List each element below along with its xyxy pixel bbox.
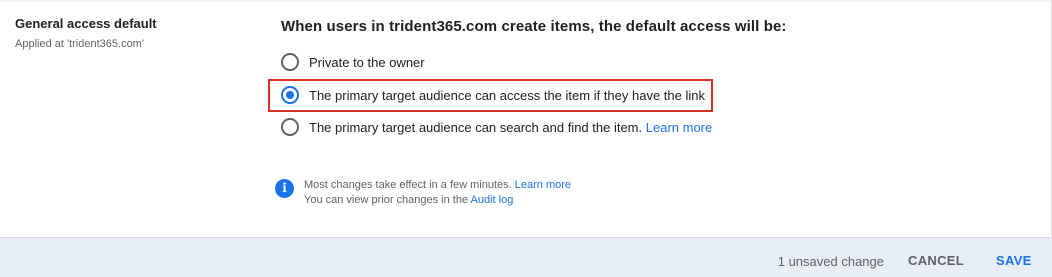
info-learn-more-link[interactable]: Learn more — [515, 179, 571, 191]
save-button[interactable]: SAVE — [996, 253, 1032, 268]
option-label: Private to the owner — [309, 54, 425, 70]
radio-private-to-owner[interactable] — [281, 53, 299, 71]
info-note: i Most changes take effect in a few minu… — [275, 178, 571, 208]
general-access-default-panel: General access default Applied at 'tride… — [0, 0, 1052, 277]
top-divider — [0, 0, 1052, 2]
option-private-to-owner[interactable]: Private to the owner — [281, 52, 425, 72]
info-text: Most changes take effect in a few minute… — [304, 178, 571, 208]
audit-log-link[interactable]: Audit log — [471, 194, 514, 206]
radio-search-and-find[interactable] — [281, 118, 299, 136]
cancel-button[interactable]: CANCEL — [908, 253, 964, 268]
setting-title: General access default — [15, 16, 157, 31]
setting-header: General access default Applied at 'tride… — [15, 16, 157, 51]
unsaved-changes-status: 1 unsaved change — [777, 254, 884, 269]
option-label: The primary target audience can search a… — [309, 119, 643, 135]
info-line-2: You can view prior changes in the Audit … — [304, 194, 514, 206]
info-line-1: Most changes take effect in a few minute… — [304, 179, 572, 191]
learn-more-link[interactable]: Learn more — [646, 120, 712, 135]
setting-subtitle: Applied at 'trident365.com' — [15, 38, 144, 50]
info-icon: i — [275, 179, 294, 198]
option-search-and-find[interactable]: The primary target audience can search a… — [281, 117, 712, 137]
section-heading: When users in trident365.com create item… — [281, 18, 787, 35]
action-footer: 1 unsaved change CANCEL SAVE — [0, 237, 1052, 277]
highlight-box — [268, 79, 713, 112]
